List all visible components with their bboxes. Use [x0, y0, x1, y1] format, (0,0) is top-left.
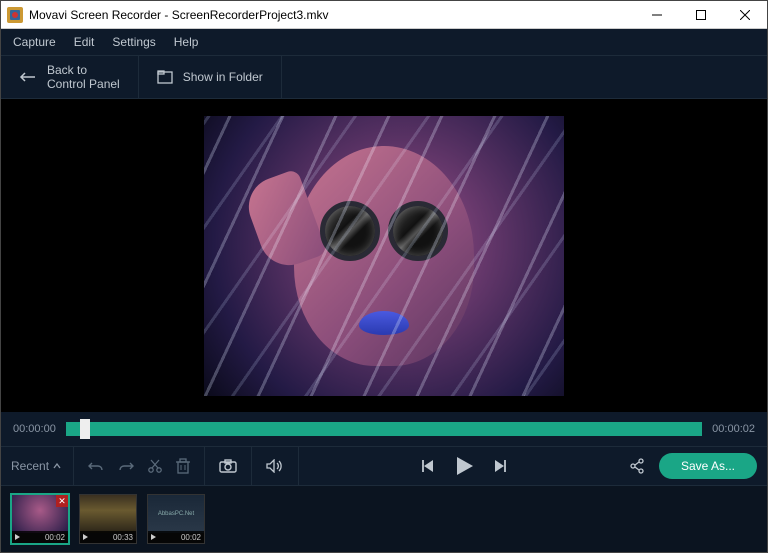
edit-group [74, 447, 205, 485]
prev-button[interactable] [421, 459, 435, 473]
arrow-left-icon [19, 71, 37, 83]
minimize-button[interactable] [635, 1, 679, 28]
save-label: Save As... [681, 459, 735, 473]
menu-help[interactable]: Help [174, 35, 199, 49]
show-label: Show in Folder [183, 70, 263, 84]
recent-toggle[interactable]: Recent [11, 447, 74, 485]
volume-button[interactable] [266, 459, 284, 473]
thumb-time: 00:02 [45, 533, 65, 542]
close-button[interactable] [723, 1, 767, 28]
controls-bar: Recent Save As... [1, 446, 767, 486]
menu-capture[interactable]: Capture [13, 35, 56, 49]
undo-button[interactable] [88, 459, 104, 473]
top-actions: Back to Control Panel Show in Folder [1, 55, 767, 99]
timeline-track[interactable] [66, 422, 702, 436]
titlebar: Movavi Screen Recorder - ScreenRecorderP… [1, 1, 767, 29]
menubar: Capture Edit Settings Help [1, 29, 767, 55]
video-preview[interactable] [1, 99, 767, 412]
thumb-3[interactable]: AbbasPC.Net 00:02 [147, 494, 205, 544]
menu-settings[interactable]: Settings [112, 35, 155, 49]
playback-group [299, 455, 629, 477]
folder-icon [157, 70, 173, 84]
chevron-up-icon [53, 463, 61, 469]
save-as-button[interactable]: Save As... [659, 453, 757, 479]
play-icon [83, 534, 88, 540]
play-button[interactable] [453, 455, 475, 477]
window-title: Movavi Screen Recorder - ScreenRecorderP… [29, 8, 635, 22]
time-total: 00:00:02 [712, 423, 755, 435]
time-current: 00:00:00 [13, 423, 56, 435]
cut-button[interactable] [148, 458, 162, 474]
window-buttons [635, 1, 767, 28]
thumb-time: 00:33 [113, 533, 133, 542]
timeline: 00:00:00 00:00:02 [1, 412, 767, 446]
recent-label: Recent [11, 459, 49, 473]
delete-button[interactable] [176, 458, 190, 474]
share-button[interactable] [629, 458, 645, 474]
next-button[interactable] [493, 459, 507, 473]
back-label: Back to Control Panel [47, 63, 120, 91]
menu-edit[interactable]: Edit [74, 35, 95, 49]
preview-frame [204, 116, 564, 396]
redo-button[interactable] [118, 459, 134, 473]
thumb-image: AbbasPC.Net [148, 495, 204, 533]
thumb-delete-button[interactable]: ✕ [56, 495, 68, 507]
play-icon [15, 534, 20, 540]
thumb-1[interactable]: ✕ 00:02 [11, 494, 69, 544]
recent-thumbs: ✕ 00:02 00:33 AbbasPC.Net 00:02 [1, 486, 767, 552]
audio-group [252, 447, 299, 485]
maximize-button[interactable] [679, 1, 723, 28]
thumb-2[interactable]: 00:33 [79, 494, 137, 544]
back-button[interactable]: Back to Control Panel [1, 56, 139, 98]
screenshot-button[interactable] [219, 459, 237, 473]
thumb-image [80, 495, 136, 533]
show-in-folder-button[interactable]: Show in Folder [139, 56, 282, 98]
app-body: Capture Edit Settings Help Back to Contr… [1, 29, 767, 552]
capture-group [205, 447, 252, 485]
thumb-time: 00:02 [181, 533, 201, 542]
playhead[interactable] [80, 419, 90, 439]
app-icon [7, 7, 23, 23]
play-icon [151, 534, 156, 540]
